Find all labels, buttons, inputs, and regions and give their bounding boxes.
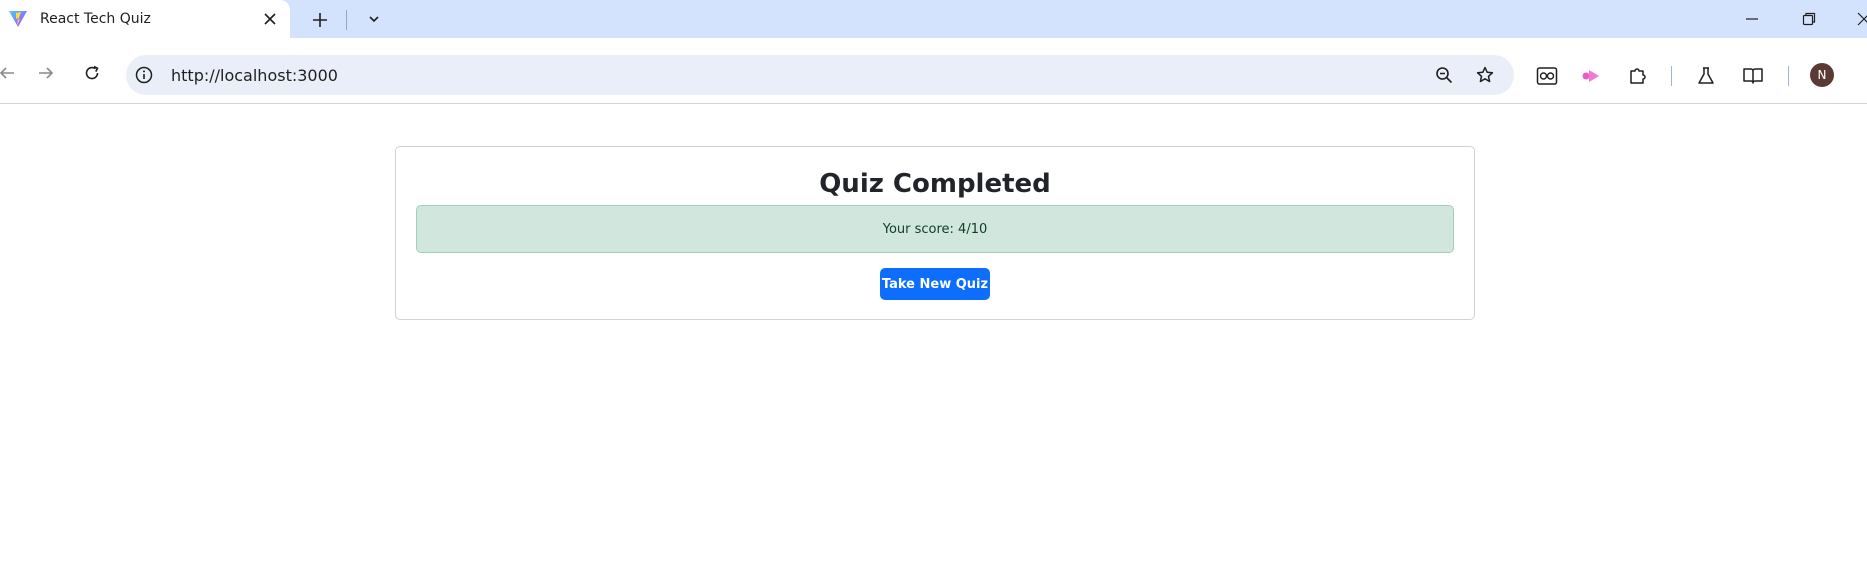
zoom-out-icon[interactable] bbox=[1433, 64, 1455, 86]
profile-avatar[interactable]: N bbox=[1810, 63, 1834, 87]
toolbar-separator bbox=[1788, 66, 1789, 86]
reading-list-icon[interactable] bbox=[1741, 64, 1765, 88]
vite-favicon-icon bbox=[8, 10, 28, 28]
browser-tab[interactable]: React Tech Quiz bbox=[0, 0, 290, 38]
site-info-icon[interactable] bbox=[134, 65, 154, 85]
bookmark-star-icon[interactable] bbox=[1474, 64, 1496, 86]
forward-arrow-icon[interactable] bbox=[35, 62, 57, 84]
take-new-quiz-button[interactable]: Take New Quiz bbox=[880, 268, 990, 300]
score-alert: Your score: 4/10 bbox=[416, 205, 1454, 253]
window-close-icon[interactable] bbox=[1852, 9, 1867, 29]
tab-title: React Tech Quiz bbox=[40, 11, 151, 27]
tab-close-icon[interactable] bbox=[260, 9, 280, 29]
tab-divider bbox=[346, 10, 347, 30]
quiz-completed-title: Quiz Completed bbox=[819, 169, 1051, 199]
new-tab-icon[interactable] bbox=[309, 9, 331, 31]
tab-strip: React Tech Quiz bbox=[0, 0, 1867, 38]
reload-icon[interactable] bbox=[81, 62, 103, 84]
pink-extension-icon[interactable] bbox=[1580, 64, 1604, 88]
reader-extension-icon[interactable] bbox=[1535, 64, 1559, 88]
toolbar-separator bbox=[1671, 66, 1672, 86]
score-text: Your score: 4/10 bbox=[882, 221, 988, 237]
quiz-result-card: Quiz Completed Your score: 4/10 Take New… bbox=[395, 146, 1475, 320]
tab-search-chevron-icon[interactable] bbox=[364, 9, 384, 29]
restore-icon[interactable] bbox=[1797, 9, 1821, 29]
browser-toolbar: http://localhost:3000 N bbox=[0, 38, 1867, 104]
back-arrow-icon[interactable] bbox=[0, 62, 18, 84]
minimize-icon[interactable] bbox=[1740, 9, 1764, 29]
labs-flask-icon[interactable] bbox=[1694, 64, 1718, 88]
extensions-puzzle-icon[interactable] bbox=[1626, 64, 1650, 88]
address-url: http://localhost:3000 bbox=[171, 66, 338, 85]
